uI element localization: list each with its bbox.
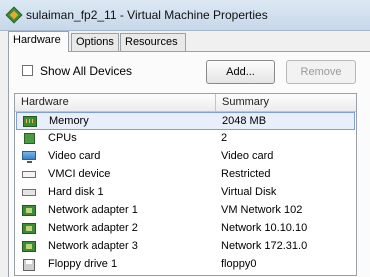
column-header-summary[interactable]: Summary	[216, 94, 356, 111]
table-header: Hardware Summary	[15, 94, 356, 112]
table-row[interactable]: CPUs 2	[16, 130, 355, 148]
hardware-name: Network adapter 3	[48, 240, 138, 252]
hardware-name: Hard disk 1	[48, 186, 104, 198]
column-header-hardware[interactable]: Hardware	[15, 94, 216, 111]
hardware-summary: 2	[221, 132, 228, 144]
network-adapter-icon	[22, 223, 36, 234]
show-all-devices-checkbox[interactable]	[22, 65, 33, 76]
table-row[interactable]: Memory 2048 MB	[16, 112, 355, 130]
memory-icon	[23, 116, 37, 127]
tab-resources[interactable]: Resources	[120, 33, 186, 51]
hardware-name: Video card	[48, 150, 101, 162]
title-bar: sulaiman_fp2_11 - Virtual Machine Proper…	[0, 0, 370, 31]
table-row[interactable]: Video card Video card	[16, 148, 355, 166]
hardware-summary: Restricted	[221, 168, 271, 180]
hardware-summary: VM Network 102	[221, 204, 303, 216]
add-button[interactable]: Add...	[206, 60, 275, 84]
table-row[interactable]: Hard disk 1 Virtual Disk	[16, 184, 355, 202]
hardware-name: Floppy drive 1	[48, 258, 118, 270]
show-all-devices-label: Show All Devices	[40, 64, 133, 78]
hardware-name: CPUs	[48, 132, 77, 144]
vmci-device-icon	[22, 171, 36, 178]
hardware-name: VMCI device	[48, 168, 111, 180]
hard-disk-icon	[22, 189, 36, 196]
network-adapter-icon	[22, 205, 36, 216]
table-row[interactable]: Network adapter 2 Network 10.10.10	[16, 220, 355, 238]
tab-options[interactable]: Options	[71, 33, 119, 51]
cpu-icon	[24, 133, 35, 144]
table-row[interactable]: VMCI device Restricted	[16, 166, 355, 184]
hardware-summary: Virtual Disk	[221, 186, 277, 198]
hardware-name: Network adapter 1	[48, 204, 138, 216]
table-row[interactable]: Network adapter 1 VM Network 102	[16, 202, 355, 220]
tab-hardware[interactable]: Hardware	[8, 31, 69, 52]
floppy-drive-icon	[23, 259, 35, 271]
hardware-summary: Network 10.10.10	[221, 222, 308, 234]
window-title: sulaiman_fp2_11 - Virtual Machine Proper…	[26, 8, 268, 22]
network-adapter-icon	[22, 241, 36, 252]
remove-button[interactable]: Remove	[286, 60, 356, 84]
hardware-summary: Network 172.31.0	[221, 240, 308, 252]
table-row[interactable]: Network adapter 3 Network 172.31.0	[16, 238, 355, 256]
hardware-table: Hardware Summary Memory 2048 MB CPUs 2 V…	[14, 93, 357, 276]
hardware-name: Network adapter 2	[48, 222, 138, 234]
hardware-summary: Video card	[221, 150, 274, 162]
video-card-icon	[22, 151, 36, 163]
table-row[interactable]: Floppy drive 1 floppy0	[16, 256, 355, 274]
hardware-summary: floppy0	[221, 258, 257, 270]
hardware-name: Memory	[49, 115, 89, 127]
hardware-summary: 2048 MB	[222, 115, 267, 127]
tab-strip: Hardware Options Resources	[8, 31, 368, 52]
vm-icon	[5, 6, 23, 24]
